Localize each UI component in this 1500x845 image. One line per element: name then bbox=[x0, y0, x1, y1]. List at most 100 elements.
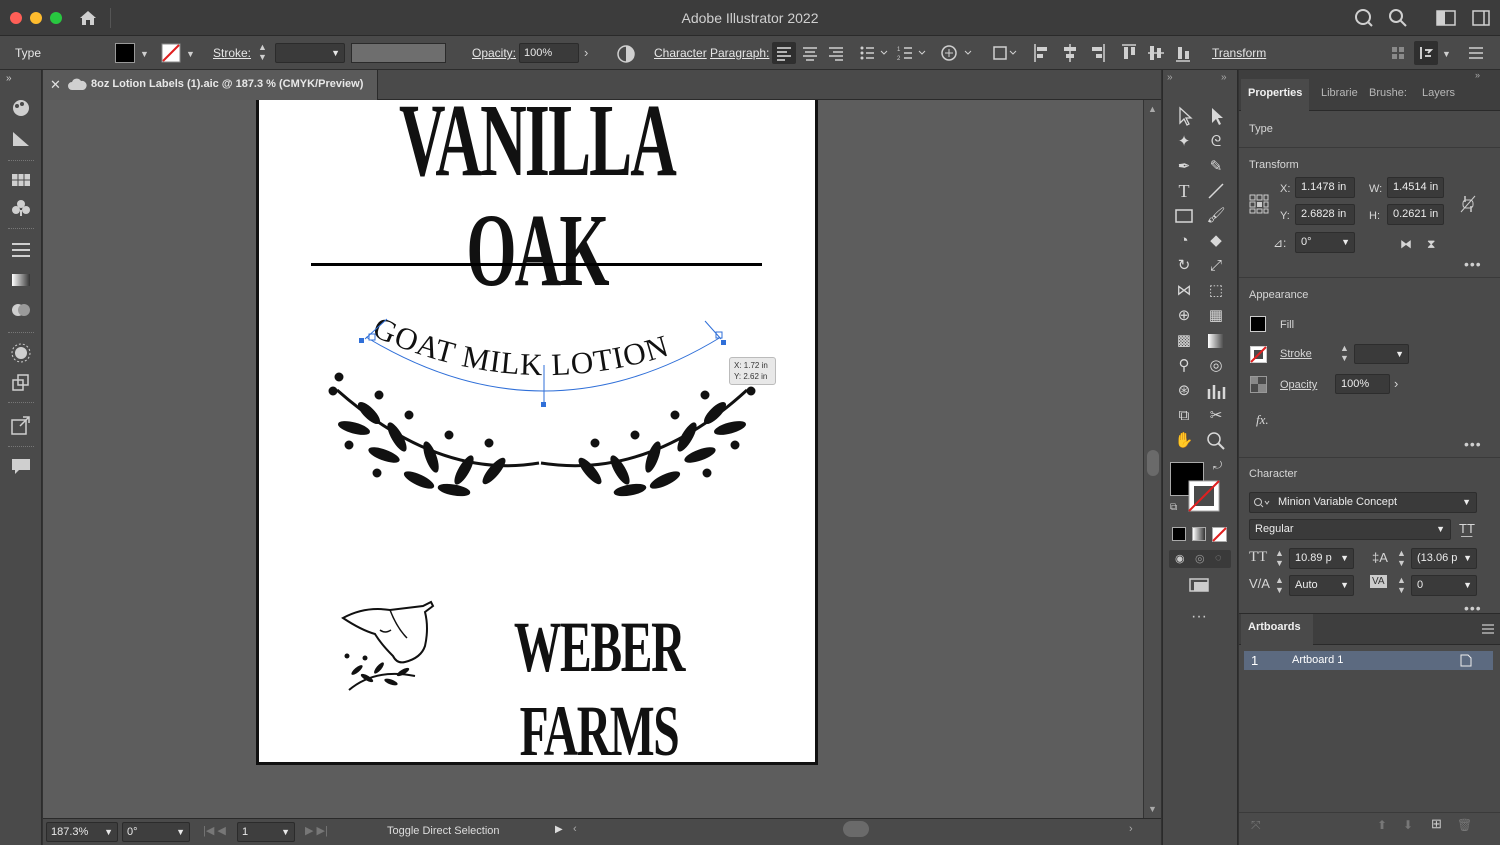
move-up-icon[interactable]: ⬆ bbox=[1377, 818, 1387, 832]
magic-wand-tool-icon[interactable]: ✦ bbox=[1173, 132, 1195, 152]
stroke-weight-field[interactable]: ▼ bbox=[275, 43, 345, 63]
toolbar-chevron-icon[interactable]: » bbox=[1221, 72, 1227, 83]
control-menu-icon[interactable] bbox=[1468, 46, 1484, 60]
touch-type-icon[interactable]: T͟T bbox=[1459, 521, 1475, 536]
gradient-mode-button[interactable] bbox=[1192, 527, 1206, 541]
default-fill-stroke-icon[interactable]: ⧉ bbox=[1170, 502, 1177, 513]
angle-field[interactable]: 0° ▼ bbox=[1295, 232, 1355, 253]
scroll-down-icon[interactable]: ▼ bbox=[1148, 804, 1157, 814]
scroll-up-icon[interactable]: ▲ bbox=[1148, 104, 1157, 114]
headline-text[interactable]: VANILLA OAK bbox=[365, 100, 710, 306]
hand-tool-icon[interactable]: ✋ bbox=[1173, 431, 1195, 451]
tab-brushes[interactable]: Brushe: bbox=[1369, 87, 1407, 99]
vertical-scrollbar[interactable]: ▲ ▼ bbox=[1143, 100, 1161, 818]
horizontal-scrollbar-thumb[interactable] bbox=[843, 821, 869, 837]
mesh-tool-icon[interactable]: ▩ bbox=[1173, 331, 1195, 351]
bullets-icon[interactable] bbox=[858, 43, 892, 63]
recolor-artwork-icon[interactable] bbox=[616, 44, 636, 64]
laurel-artwork[interactable]: GOAT MILK LOTION bbox=[259, 295, 815, 515]
rectangle-tool-icon[interactable] bbox=[1173, 206, 1195, 226]
curved-text-path[interactable]: GOAT MILK LOTION bbox=[368, 309, 673, 382]
perspective-grid-tool-icon[interactable]: ▦ bbox=[1205, 306, 1227, 326]
leading-field[interactable]: (13.06 p ▼ bbox=[1411, 548, 1477, 569]
shaper-tool-icon[interactable]: ◔ bbox=[1173, 231, 1195, 251]
isolate-icon[interactable] bbox=[1390, 45, 1406, 61]
goat-logo[interactable] bbox=[335, 598, 437, 694]
scrollbar-thumb[interactable] bbox=[1147, 450, 1159, 476]
direct-selection-tool-icon[interactable] bbox=[1205, 106, 1227, 126]
align-center-button[interactable] bbox=[798, 42, 822, 64]
column-graph-tool-icon[interactable] bbox=[1205, 381, 1227, 401]
stroke-panel-icon[interactable] bbox=[10, 240, 32, 260]
color-mode-button[interactable] bbox=[1172, 527, 1186, 541]
type-tool-icon[interactable]: T bbox=[1173, 181, 1195, 201]
paragraph-link[interactable]: Paragraph: bbox=[710, 46, 769, 60]
stroke-weight-field[interactable]: ▼ bbox=[1354, 344, 1409, 364]
flip-vertical-icon[interactable]: ⧗ bbox=[1427, 237, 1435, 252]
font-family-field[interactable]: Minion Variable Concept ▼ bbox=[1249, 492, 1477, 513]
type-on-path-icon[interactable] bbox=[940, 43, 974, 63]
pen-tool-icon[interactable]: ✒ bbox=[1173, 157, 1195, 177]
lasso-tool-icon[interactable]: ᘓ bbox=[1205, 132, 1227, 152]
more-options-icon[interactable]: ••• bbox=[1464, 256, 1482, 272]
reference-point-icon[interactable] bbox=[1249, 194, 1269, 214]
rotation-field[interactable]: 0° ▼ bbox=[122, 822, 190, 842]
expand-panels-icon[interactable]: » bbox=[6, 72, 12, 86]
stepper-icon[interactable]: ▲ ▼ bbox=[258, 42, 267, 62]
flip-horizontal-icon[interactable]: ⧓ bbox=[1400, 237, 1412, 251]
screen-mode-icon[interactable] bbox=[1188, 577, 1212, 595]
font-size-field[interactable]: 10.89 p ▼ bbox=[1289, 548, 1354, 569]
document-tab[interactable]: ✕ 8oz Lotion Labels (1).aic @ 187.3 % (C… bbox=[43, 70, 378, 100]
panel-layout-icon[interactable] bbox=[1472, 10, 1490, 26]
stroke-none-swatch[interactable] bbox=[161, 43, 181, 63]
tab-layers[interactable]: Layers bbox=[1422, 87, 1455, 99]
free-transform-tool-icon[interactable]: ⬚ bbox=[1205, 281, 1227, 301]
status-menu-icon[interactable]: ▶ bbox=[555, 824, 563, 835]
none-mode-button[interactable] bbox=[1212, 527, 1227, 542]
variable-width-profile[interactable] bbox=[351, 43, 446, 63]
transparency-icon[interactable] bbox=[10, 300, 32, 320]
rearrange-artboards-icon[interactable]: ⤧ bbox=[1251, 818, 1261, 833]
x-field[interactable]: 1.1478 in bbox=[1295, 177, 1355, 198]
align-left-button[interactable] bbox=[772, 42, 796, 64]
more-appearance-icon[interactable]: ••• bbox=[1464, 436, 1482, 452]
asset-export-icon[interactable] bbox=[10, 414, 32, 436]
character-link[interactable]: Character bbox=[654, 46, 707, 60]
artboard-tool-icon[interactable]: ⧉ bbox=[1173, 406, 1195, 426]
leading-stepper[interactable]: ▲ ▼ bbox=[1397, 548, 1406, 568]
swatches-icon[interactable] bbox=[10, 128, 32, 148]
artboards-menu-icon[interactable] bbox=[1481, 623, 1495, 635]
font-style-field[interactable]: Regular ▼ bbox=[1249, 519, 1451, 540]
tab-libraries[interactable]: Librarie bbox=[1321, 87, 1358, 99]
kerning-stepper[interactable]: ▲ ▼ bbox=[1275, 575, 1284, 595]
tracking-field[interactable]: 0 ▼ bbox=[1411, 575, 1477, 596]
fx-icon[interactable]: fx. bbox=[1256, 412, 1269, 428]
chevron-down-icon[interactable]: ▼ bbox=[186, 47, 195, 61]
font-size-stepper[interactable]: ▲ ▼ bbox=[1275, 548, 1284, 568]
artboard[interactable]: VANILLA OAK GOAT MILK LOTION X: 1.72 in … bbox=[256, 100, 818, 771]
first-artboard-icon[interactable]: |◀ ◀ bbox=[203, 824, 226, 837]
constrain-proportions-icon[interactable] bbox=[1459, 194, 1477, 214]
chevron-right-icon[interactable]: › bbox=[1394, 376, 1398, 391]
appearance-icon[interactable] bbox=[10, 342, 32, 364]
scroll-left-icon[interactable]: ‹ bbox=[573, 823, 577, 835]
artboards-panel-title[interactable]: Artboards bbox=[1248, 621, 1301, 633]
chevron-down-icon[interactable]: ▼ bbox=[1442, 47, 1451, 61]
align-right-button[interactable] bbox=[824, 42, 848, 64]
graphic-styles-icon[interactable] bbox=[10, 372, 32, 392]
selection-tool-icon[interactable] bbox=[1173, 106, 1195, 126]
collapse-toolbar-icon[interactable]: » bbox=[1167, 72, 1173, 83]
stroke-label[interactable]: Stroke bbox=[1280, 348, 1312, 360]
stroke-color-box[interactable] bbox=[1187, 479, 1221, 513]
appearance-fill-swatch[interactable] bbox=[1250, 316, 1266, 332]
blend-tool-icon[interactable]: ◎ bbox=[1205, 356, 1227, 376]
brand-text[interactable]: WEBER FARMS bbox=[447, 605, 751, 773]
artboard-list-item[interactable]: 1 Artboard 1 bbox=[1244, 651, 1493, 670]
move-down-icon[interactable]: ⬇ bbox=[1403, 818, 1413, 832]
y-field[interactable]: 2.6828 in bbox=[1295, 204, 1355, 225]
gradient-tool-icon[interactable] bbox=[1205, 331, 1227, 351]
opacity-field[interactable]: 100% bbox=[1335, 374, 1390, 394]
opacity-label[interactable]: Opacity bbox=[1280, 379, 1317, 391]
opacity-field[interactable]: 100% bbox=[519, 43, 579, 63]
shape-builder-tool-icon[interactable]: ⊕ bbox=[1173, 306, 1195, 326]
